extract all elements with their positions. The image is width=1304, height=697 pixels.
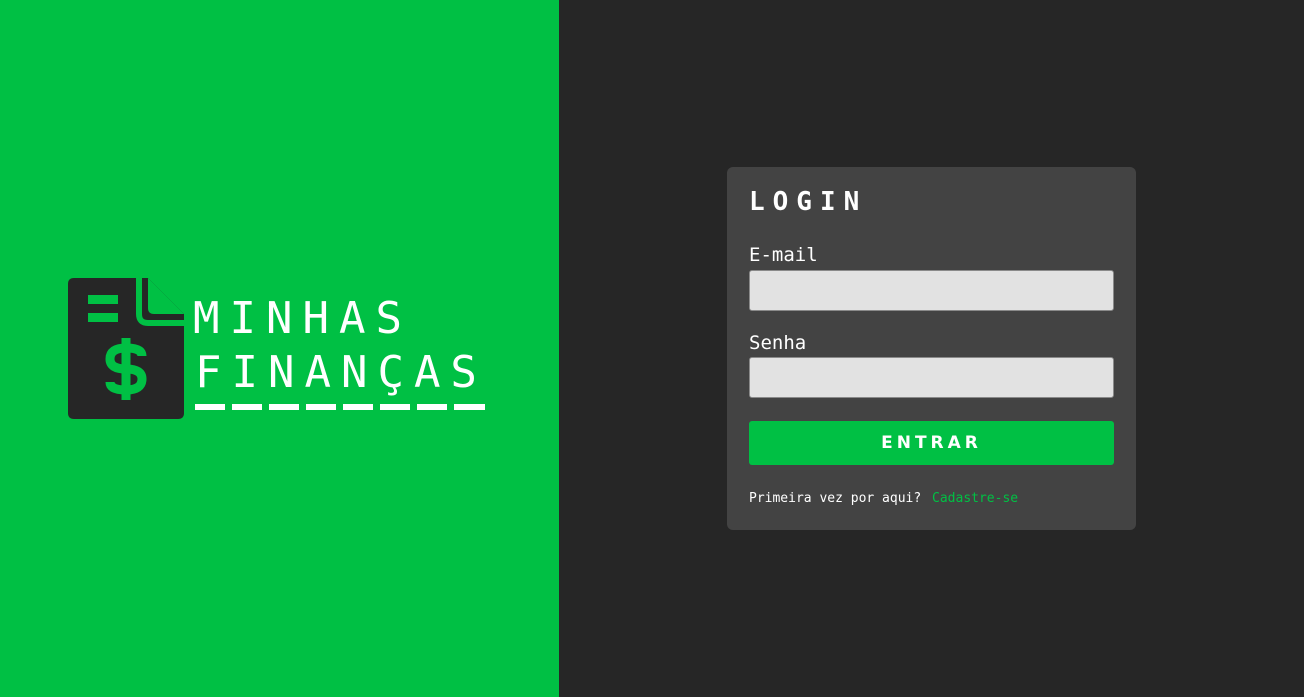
login-title: LOGIN: [749, 187, 868, 217]
password-field[interactable]: [749, 357, 1114, 398]
email-field[interactable]: [749, 270, 1114, 311]
dollar-document-icon: [68, 278, 184, 419]
login-card: LOGIN E-mail Senha ENTRAR Primeira vez p…: [727, 167, 1136, 530]
brand-underline: [195, 404, 485, 410]
email-label: E-mail: [749, 244, 818, 266]
brand-panel: MINHAS FINANÇAS: [0, 0, 559, 697]
signup-prompt: Primeira vez por aqui?: [749, 491, 922, 506]
brand-name: MINHAS FINANÇAS: [193, 292, 487, 400]
signup-link[interactable]: Cadastre-se: [932, 491, 1018, 506]
signup-row: Primeira vez por aqui? Cadastre-se: [749, 491, 1018, 507]
brand-line-2: FINANÇAS: [195, 347, 487, 398]
login-button[interactable]: ENTRAR: [749, 421, 1114, 465]
password-label: Senha: [749, 332, 807, 354]
brand-line-1: MINHAS: [193, 293, 412, 344]
